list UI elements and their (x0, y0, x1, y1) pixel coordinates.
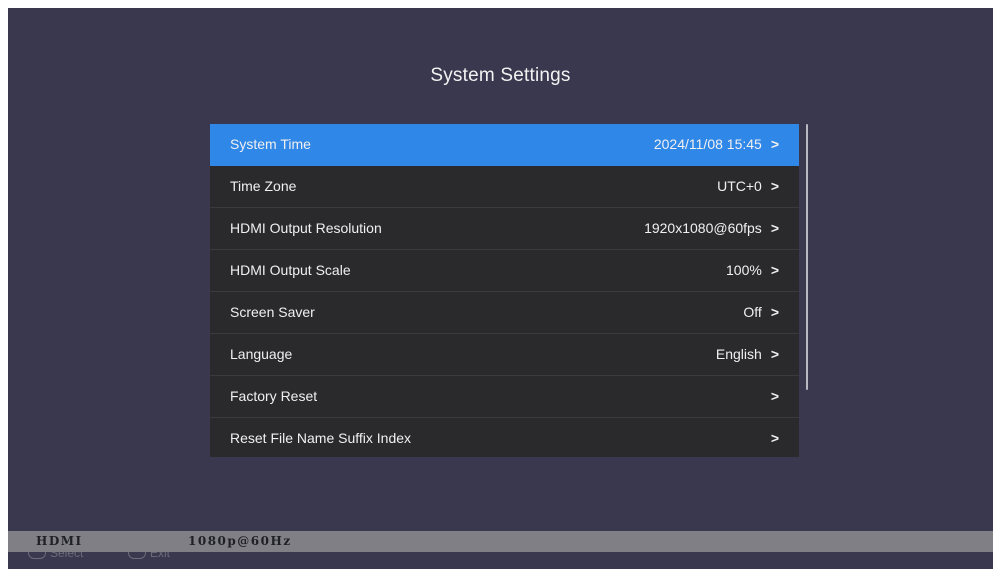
settings-menu: System Time 2024/11/08 15:45 > Time Zone … (210, 124, 799, 457)
menu-item-time-zone[interactable]: Time Zone UTC+0 > (210, 166, 799, 208)
page-title: System Settings (430, 65, 571, 86)
key-hints: Select Exit (8, 552, 993, 569)
menu-item-screen-saver[interactable]: Screen Saver Off > (210, 292, 799, 334)
menu-item-value: 100% > (726, 250, 779, 291)
exit-hint: Exit (128, 552, 170, 560)
status-bar: HDMI 1080p@60Hz (8, 531, 993, 552)
chevron-right-icon: > (770, 430, 779, 446)
input-source-label: HDMI (36, 534, 83, 548)
menu-item-factory-reset[interactable]: Factory Reset > (210, 376, 799, 418)
menu-item-value: > (762, 376, 779, 417)
menu-item-value: UTC+0 > (717, 166, 779, 207)
exit-hint-label: Exit (150, 552, 171, 560)
menu-item-reset-file-name-suffix-index[interactable]: Reset File Name Suffix Index > (210, 418, 799, 459)
menu-item-hdmi-output-scale[interactable]: HDMI Output Scale 100% > (210, 250, 799, 292)
menu-item-label: Time Zone (230, 178, 297, 194)
chevron-right-icon: > (770, 346, 779, 362)
ok-button-icon (28, 552, 46, 559)
menu-item-label: Reset File Name Suffix Index (230, 430, 412, 446)
menu-item-label: Screen Saver (230, 304, 315, 320)
value-text: English (715, 346, 762, 362)
chevron-right-icon: > (770, 178, 779, 194)
menu-item-value: English > (716, 334, 779, 375)
menu-item-value: > (762, 418, 779, 459)
select-hint: Select (28, 552, 83, 560)
value-text: UTC+0 (717, 178, 762, 194)
menu-item-value: 1920x1080@60fps > (644, 208, 779, 249)
value-text: 100% (726, 262, 762, 278)
select-hint-label: Select (50, 552, 84, 560)
value-text: Off (743, 304, 762, 320)
value-text: 1920x1080@60fps (644, 220, 762, 236)
menu-item-value: 2024/11/08 15:45 > (654, 124, 779, 165)
menu-item-label: System Time (230, 136, 311, 152)
chevron-right-icon: > (770, 136, 779, 152)
menu-scrollbar[interactable] (806, 124, 808, 390)
menu-item-label: Factory Reset (230, 388, 318, 404)
menu-item-label: HDMI Output Scale (230, 262, 351, 278)
menu-item-system-time[interactable]: System Time 2024/11/08 15:45 > (210, 124, 799, 166)
back-button-icon (128, 552, 146, 559)
chevron-right-icon: > (770, 388, 779, 404)
chevron-right-icon: > (770, 220, 779, 236)
settings-screen: System Settings System Time 2024/11/08 1… (8, 8, 993, 569)
menu-item-language[interactable]: Language English > (210, 334, 799, 376)
menu-item-label: Language (230, 346, 293, 362)
value-text: 2024/11/08 15:45 (653, 136, 762, 152)
menu-item-hdmi-output-resolution[interactable]: HDMI Output Resolution 1920x1080@60fps > (210, 208, 799, 250)
menu-item-value: Off > (743, 292, 779, 333)
input-resolution-label: 1080p@60Hz (188, 534, 292, 548)
chevron-right-icon: > (770, 304, 779, 320)
chevron-right-icon: > (770, 262, 779, 278)
menu-item-label: HDMI Output Resolution (230, 220, 382, 236)
